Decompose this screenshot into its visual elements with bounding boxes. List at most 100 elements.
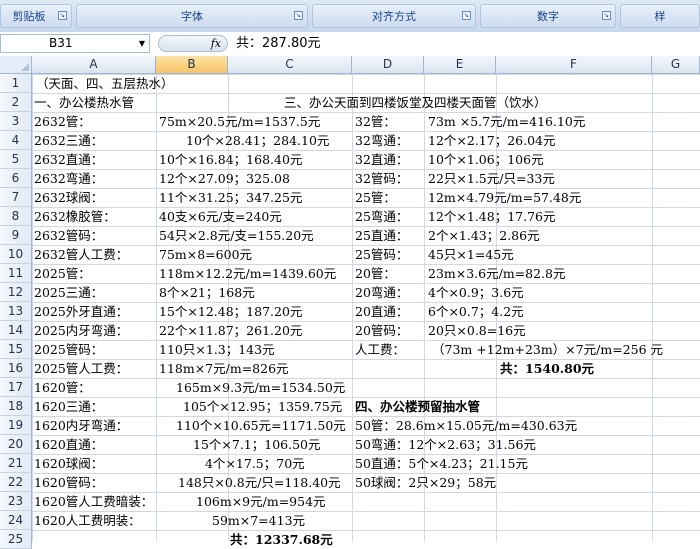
row-header[interactable]: 19 (0, 416, 32, 435)
cell-e10[interactable]: 45只×1=45元 (428, 245, 514, 264)
cell-d14[interactable]: 20管码： (355, 321, 408, 340)
cell-b9[interactable]: 54只×2.8元/支=155.20元 (159, 226, 314, 245)
cell-e3[interactable]: 73m ×5.7元/m=416.10元 (428, 112, 585, 131)
row-header[interactable]: 13 (0, 302, 32, 321)
cell-d7[interactable]: 25管： (355, 188, 396, 207)
cell-d13[interactable]: 20直通： (355, 302, 408, 321)
cell-d19[interactable]: 50管：28.6m×15.05元/m=430.63元 (355, 416, 577, 435)
cell-b21[interactable]: 4个×17.5；70元 (205, 454, 305, 473)
cell-e15[interactable]: （73m +12m+23m）×7元/m=256 元 (432, 340, 663, 359)
cell-a6[interactable]: 2632弯通： (34, 169, 103, 188)
row-header[interactable]: 17 (0, 378, 32, 397)
cell-d8[interactable]: 25弯通： (355, 207, 408, 226)
cell-e11[interactable]: 23m×3.6元/m=82.8元 (428, 264, 565, 283)
cell-a18[interactable]: 1620三通： (34, 397, 103, 416)
ribbon-group-number[interactable]: 数字 ↘ (480, 4, 616, 28)
select-all-button[interactable] (0, 56, 32, 74)
row-header[interactable]: 22 (0, 473, 32, 492)
row-header[interactable]: 5 (0, 150, 32, 169)
cell-e6[interactable]: 22只×1.5元/只=33元 (428, 169, 555, 188)
cell-b11[interactable]: 118m×12.2元/m=1439.60元 (159, 264, 336, 283)
ribbon-group-styles[interactable]: 样 (620, 4, 700, 28)
column-header-f[interactable]: F (496, 56, 652, 74)
row-header[interactable]: 18 (0, 397, 32, 416)
cell-b24[interactable]: 59m×7=413元 (212, 511, 305, 530)
row-header[interactable]: 11 (0, 264, 32, 283)
cell-d5[interactable]: 32直通： (355, 150, 408, 169)
name-box[interactable]: B31 ▼ (0, 34, 150, 53)
cell-e4[interactable]: 12个×2.17；26.04元 (428, 131, 556, 150)
cell-b25[interactable]: 共：12337.68元 (230, 530, 333, 549)
cell-a23[interactable]: 1620管人工费暗装： (34, 492, 153, 511)
cell-a12[interactable]: 2025三通： (34, 283, 103, 302)
cell-b13[interactable]: 15个×12.48；187.20元 (159, 302, 302, 321)
cell-d4[interactable]: 32弯通： (355, 131, 408, 150)
cell-d12[interactable]: 20弯通： (355, 283, 408, 302)
function-icon[interactable]: fx (211, 36, 221, 51)
cell-b3[interactable]: 75m×20.5元/m=1537.5元 (159, 112, 320, 131)
ribbon-group-alignment[interactable]: 对齐方式 ↘ (312, 4, 476, 28)
cell-a9[interactable]: 2632管码： (34, 226, 103, 245)
cell-e8[interactable]: 12个×1.48；17.76元 (428, 207, 556, 226)
cell-e5[interactable]: 10个×1.06；106元 (428, 150, 544, 169)
row-header[interactable]: 7 (0, 188, 32, 207)
row-header[interactable]: 20 (0, 435, 32, 454)
cell-a7[interactable]: 2632球阀： (34, 188, 103, 207)
cell-a16[interactable]: 2025管人工费： (34, 359, 128, 378)
cell-d11[interactable]: 20管： (355, 264, 396, 283)
cell-a13[interactable]: 2025外牙直通： (34, 302, 128, 321)
cell-b5[interactable]: 10个×16.84；168.40元 (159, 150, 302, 169)
cell-a15[interactable]: 2025管码： (34, 340, 103, 359)
row-header[interactable]: 14 (0, 321, 32, 340)
row-header[interactable]: 1 (0, 74, 32, 93)
dialog-launcher-icon[interactable]: ↘ (58, 11, 67, 20)
column-header-d[interactable]: D (352, 56, 424, 74)
cell-a24[interactable]: 1620人工费明装： (34, 511, 141, 530)
row-header[interactable]: 6 (0, 169, 32, 188)
cell-b6[interactable]: 12个×27.09；325.08 (159, 169, 290, 188)
dialog-launcher-icon[interactable]: ↘ (602, 11, 611, 20)
cell-b4[interactable]: 10个×28.41；284.10元 (186, 131, 329, 150)
column-header-c[interactable]: C (228, 56, 352, 74)
cell-a14[interactable]: 2025内牙弯通： (34, 321, 128, 340)
cell-b18[interactable]: 105个×12.95；1359.75元 (183, 397, 342, 416)
insert-function-button[interactable]: fx (158, 35, 228, 52)
row-header[interactable]: 3 (0, 112, 32, 131)
cell-a1[interactable]: （天面、四、五层热水） (36, 74, 174, 93)
cell-a21[interactable]: 1620球阀： (34, 454, 103, 473)
cell-d21[interactable]: 50直通：5个×4.23；21.15元 (355, 454, 528, 473)
cell-e14[interactable]: 20只×0.8=16元 (428, 321, 526, 340)
cell-a5[interactable]: 2632直通： (34, 150, 103, 169)
column-header-b[interactable]: B (156, 56, 228, 74)
cell-d15[interactable]: 人工费： (355, 340, 405, 359)
row-header[interactable]: 25 (0, 530, 32, 549)
dialog-launcher-icon[interactable]: ↘ (462, 11, 471, 20)
cell-b12[interactable]: 8个×21；168元 (159, 283, 255, 302)
cell-b17[interactable]: 165m×9.3元/m=1534.50元 (176, 378, 345, 397)
cell-a11[interactable]: 2025管： (34, 264, 91, 283)
cell-d10[interactable]: 25管码： (355, 245, 408, 264)
cell-a20[interactable]: 1620直通： (34, 435, 103, 454)
cell-c2[interactable]: 三、办公天面到四楼饭堂及四楼天面管（饮水） (284, 93, 547, 112)
ribbon-group-clipboard[interactable]: 剪贴板 ↘ (0, 4, 72, 28)
cell-e7[interactable]: 12m×4.79元/m=57.48元 (428, 188, 581, 207)
cell-b8[interactable]: 40支×6元/支=240元 (159, 207, 282, 226)
row-header[interactable]: 4 (0, 131, 32, 150)
cell-e13[interactable]: 6个×0.7；4.2元 (428, 302, 524, 321)
row-header[interactable]: 12 (0, 283, 32, 302)
cell-d20[interactable]: 50弯通：12个×2.63；31.56元 (355, 435, 536, 454)
row-header[interactable]: 8 (0, 207, 32, 226)
cell-b15[interactable]: 110只×1.3；143元 (159, 340, 275, 359)
cell-b22[interactable]: 148只×0.8元/只=118.40元 (178, 473, 341, 492)
cell-b7[interactable]: 11个×31.25；347.25元 (159, 188, 302, 207)
cell-d18[interactable]: 四、办公楼预留抽水管 (355, 397, 480, 416)
column-header-e[interactable]: E (424, 56, 496, 74)
cell-a4[interactable]: 2632三通： (34, 131, 103, 150)
column-header-a[interactable]: A (32, 56, 156, 74)
row-header[interactable]: 2 (0, 93, 32, 112)
cell-a2[interactable]: 一、办公楼热水管 (34, 93, 134, 112)
row-header[interactable]: 24 (0, 511, 32, 530)
dropdown-arrow-icon[interactable]: ▼ (139, 35, 145, 52)
column-header-g[interactable]: G (652, 56, 700, 74)
row-header[interactable]: 16 (0, 359, 32, 378)
